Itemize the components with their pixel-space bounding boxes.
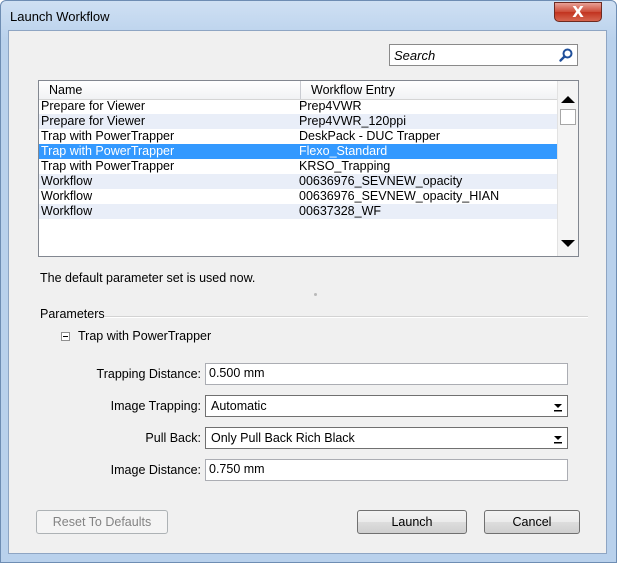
table-row[interactable]: Trap with PowerTrapper DeskPack - DUC Tra… bbox=[39, 129, 558, 144]
workflow-list[interactable]: Name Workflow Entry Prepare for Viewer Pr… bbox=[38, 80, 579, 257]
parameters-group-label: Parameters bbox=[40, 307, 105, 321]
row-name-cell: Workflow bbox=[41, 174, 93, 188]
cancel-button[interactable]: Cancel bbox=[484, 510, 580, 534]
search-icon[interactable] bbox=[558, 47, 574, 63]
chevron-down-icon[interactable] bbox=[551, 398, 565, 414]
vertical-scrollbar[interactable] bbox=[557, 81, 578, 256]
list-header: Name Workflow Entry bbox=[39, 81, 558, 100]
window-title: Launch Workflow bbox=[10, 9, 110, 24]
trapping-distance-field[interactable] bbox=[205, 363, 568, 385]
row-name-cell: Prepare for Viewer bbox=[41, 114, 145, 128]
table-row[interactable]: Workflow 00637328_WF bbox=[39, 204, 558, 219]
row-entry-cell: 00636976_SEVNEW_opacity bbox=[299, 174, 463, 188]
table-row[interactable]: Prepare for Viewer Prep4VWR bbox=[39, 99, 558, 114]
scroll-down-arrow-icon[interactable] bbox=[560, 237, 576, 251]
resize-grip-dot[interactable] bbox=[314, 293, 317, 296]
pull-back-select[interactable]: Only Pull Back Rich Black bbox=[205, 427, 568, 449]
row-name-cell: Workflow bbox=[41, 189, 93, 203]
image-trapping-select[interactable]: Automatic bbox=[205, 395, 568, 417]
image-distance-label: Image Distance: bbox=[110, 463, 201, 477]
image-trapping-label: Image Trapping: bbox=[110, 399, 201, 413]
row-name-cell: Trap with PowerTrapper bbox=[41, 159, 175, 173]
pull-back-value: Only Pull Back Rich Black bbox=[211, 431, 355, 445]
scroll-thumb[interactable] bbox=[560, 109, 576, 125]
row-name-cell: Prepare for Viewer bbox=[41, 99, 145, 113]
table-row[interactable]: Prepare for Viewer Prep4VWR_120ppi bbox=[39, 114, 558, 129]
column-header-workflow-entry[interactable]: Workflow Entry bbox=[301, 81, 558, 99]
search-input[interactable] bbox=[394, 47, 544, 63]
row-entry-cell: Flexo_Standard bbox=[299, 144, 388, 158]
launch-button[interactable]: Launch bbox=[357, 510, 467, 534]
collapse-icon[interactable] bbox=[61, 332, 70, 341]
close-button[interactable]: X bbox=[554, 2, 602, 22]
row-entry-cell: Prep4VWR_120ppi bbox=[299, 114, 407, 128]
chevron-down-icon[interactable] bbox=[551, 430, 565, 446]
status-text: The default parameter set is used now. bbox=[40, 271, 256, 285]
image-trapping-value: Automatic bbox=[211, 399, 267, 413]
column-header-name[interactable]: Name bbox=[39, 81, 301, 99]
reset-to-defaults-button[interactable]: Reset To Defaults bbox=[36, 510, 168, 534]
pull-back-label: Pull Back: bbox=[145, 431, 201, 445]
table-row[interactable]: Workflow 00636976_SEVNEW_opacity bbox=[39, 174, 558, 189]
row-name-cell: Trap with PowerTrapper bbox=[41, 144, 175, 158]
row-entry-cell: Prep4VWR bbox=[299, 99, 362, 113]
table-row[interactable]: Trap with PowerTrapper KRSO_Trapping bbox=[39, 159, 558, 174]
row-entry-cell: 00636976_SEVNEW_opacity_HIAN bbox=[299, 189, 500, 203]
close-icon: X bbox=[572, 3, 584, 21]
search-box[interactable] bbox=[389, 44, 578, 66]
table-row[interactable]: Workflow 00636976_SEVNEW_opacity_HIAN bbox=[39, 189, 558, 204]
tree-node-label: Trap with PowerTrapper bbox=[78, 329, 212, 343]
row-name-cell: Workflow bbox=[41, 204, 93, 218]
trapping-distance-label: Trapping Distance: bbox=[96, 367, 201, 381]
row-entry-cell: 00637328_WF bbox=[299, 204, 382, 218]
row-name-cell: Trap with PowerTrapper bbox=[41, 129, 175, 143]
parameters-divider bbox=[104, 316, 588, 318]
title-bar[interactable]: Launch Workflow X bbox=[1, 1, 616, 31]
row-entry-cell: KRSO_Trapping bbox=[299, 159, 391, 173]
trapping-distance-input[interactable] bbox=[209, 366, 549, 380]
row-entry-cell: DeskPack - DUC Trapper bbox=[299, 129, 441, 143]
image-distance-field[interactable] bbox=[205, 459, 568, 481]
table-row[interactable]: Trap with PowerTrapper Flexo_Standard bbox=[39, 144, 558, 159]
list-rows: Prepare for Viewer Prep4VWR Prepare for Vi… bbox=[39, 99, 558, 219]
image-distance-input[interactable] bbox=[209, 462, 549, 476]
